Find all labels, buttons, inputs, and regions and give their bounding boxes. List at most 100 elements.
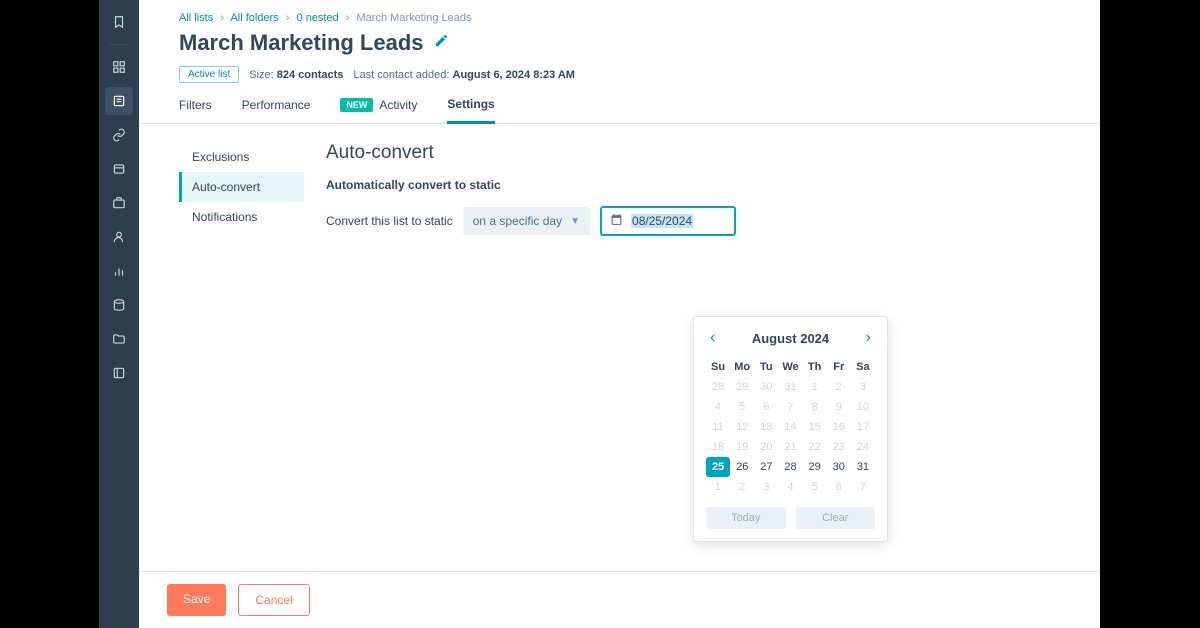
calendar-day-muted[interactable]: 28 <box>706 377 730 397</box>
calendar-day-muted[interactable]: 1 <box>803 377 827 397</box>
next-month-button[interactable]: › <box>862 327 875 349</box>
calendar-day-muted[interactable]: 16 <box>827 417 851 437</box>
calendar-day-muted[interactable]: 5 <box>803 477 827 497</box>
size-label: Size: 824 contacts <box>249 69 343 81</box>
prev-month-button[interactable]: ‹ <box>706 327 719 349</box>
breadcrumb-current: March Marketing Leads <box>357 12 472 24</box>
new-badge: NEW <box>340 98 373 112</box>
calendar-weekday: Su <box>706 357 730 377</box>
settings-subnav: Exclusions Auto-convert Notifications <box>179 142 304 610</box>
breadcrumb-link[interactable]: 0 nested <box>297 12 339 24</box>
calendar-weekday: Tu <box>754 357 778 377</box>
left-nav-rail <box>99 0 139 628</box>
tab-activity[interactable]: NEW Activity <box>340 97 417 123</box>
page-header: All lists › All folders › 0 nested › Mar… <box>139 0 1100 83</box>
breadcrumb-sep: › <box>346 12 350 24</box>
calendar-day-muted[interactable]: 3 <box>851 377 875 397</box>
calendar-day-muted[interactable]: 6 <box>754 397 778 417</box>
calendar-day-muted[interactable]: 5 <box>730 397 754 417</box>
calendar-weekday: Sa <box>851 357 875 377</box>
nav-database-icon[interactable] <box>105 291 133 319</box>
nav-link-icon[interactable] <box>105 121 133 149</box>
calendar-day-muted[interactable]: 30 <box>754 377 778 397</box>
calendar-day[interactable]: 31 <box>851 457 875 477</box>
calendar-day-muted[interactable]: 21 <box>778 437 802 457</box>
calendar-day[interactable]: 27 <box>754 457 778 477</box>
calendar-day-muted[interactable]: 20 <box>754 437 778 457</box>
calendar-day-muted[interactable]: 14 <box>778 417 802 437</box>
calendar-day-muted[interactable]: 29 <box>730 377 754 397</box>
calendar-day-selected[interactable]: 25 <box>706 457 730 477</box>
calendar-day-muted[interactable]: 8 <box>803 397 827 417</box>
nav-list-icon[interactable] <box>105 87 133 115</box>
subnav-exclusions[interactable]: Exclusions <box>179 142 304 172</box>
calendar-day-muted[interactable]: 10 <box>851 397 875 417</box>
subnav-auto-convert[interactable]: Auto-convert <box>179 172 304 202</box>
breadcrumb-link[interactable]: All folders <box>230 12 278 24</box>
nav-app-icon[interactable] <box>105 359 133 387</box>
control-label: Convert this list to static <box>326 214 453 228</box>
edit-icon[interactable] <box>434 33 449 53</box>
nav-bookmark-icon[interactable] <box>105 8 133 36</box>
caret-down-icon: ▼ <box>570 216 580 227</box>
calendar-day[interactable]: 29 <box>803 457 827 477</box>
last-contact-label: Last contact added: August 6, 2024 8:23 … <box>353 69 575 81</box>
calendar-day-muted[interactable]: 19 <box>730 437 754 457</box>
calendar-day-muted[interactable]: 2 <box>730 477 754 497</box>
convert-mode-dropdown[interactable]: on a specific day ▼ <box>463 207 590 235</box>
breadcrumb: All lists › All folders › 0 nested › Mar… <box>179 12 1060 24</box>
calendar-day-muted[interactable]: 13 <box>754 417 778 437</box>
calendar-day[interactable]: 28 <box>778 457 802 477</box>
date-input[interactable]: 08/25/2024 <box>600 206 736 236</box>
calendar-day-muted[interactable]: 23 <box>827 437 851 457</box>
nav-folder-icon[interactable] <box>105 325 133 353</box>
calendar-day-muted[interactable]: 18 <box>706 437 730 457</box>
nav-user-icon[interactable] <box>105 223 133 251</box>
calendar-day-muted[interactable]: 2 <box>827 377 851 397</box>
list-type-badge: Active list <box>179 66 239 83</box>
breadcrumb-link[interactable]: All lists <box>179 12 213 24</box>
calendar-weekday: Mo <box>730 357 754 377</box>
nav-separator <box>110 44 128 45</box>
calendar-day-muted[interactable]: 17 <box>851 417 875 437</box>
tab-filters[interactable]: Filters <box>179 97 212 123</box>
date-value: 08/25/2024 <box>631 214 693 228</box>
calendar-day[interactable]: 26 <box>730 457 754 477</box>
calendar-day-muted[interactable]: 4 <box>778 477 802 497</box>
calendar-day-muted[interactable]: 1 <box>706 477 730 497</box>
calendar-day-muted[interactable]: 31 <box>778 377 802 397</box>
nav-dashboard-icon[interactable] <box>105 53 133 81</box>
calendar-day-muted[interactable]: 24 <box>851 437 875 457</box>
calendar-clear-button[interactable]: Clear <box>796 507 876 529</box>
save-button[interactable]: Save <box>167 584 226 616</box>
calendar-day-muted[interactable]: 3 <box>754 477 778 497</box>
calendar-day[interactable]: 30 <box>827 457 851 477</box>
calendar-today-button[interactable]: Today <box>706 507 786 529</box>
calendar-day-muted[interactable]: 22 <box>803 437 827 457</box>
calendar-day-muted[interactable]: 9 <box>827 397 851 417</box>
calendar-weekday: Fr <box>827 357 851 377</box>
page-title: March Marketing Leads <box>179 30 424 56</box>
nav-layers-icon[interactable] <box>105 155 133 183</box>
calendar-day-muted[interactable]: 11 <box>706 417 730 437</box>
calendar-day-muted[interactable]: 4 <box>706 397 730 417</box>
calendar-day-muted[interactable]: 12 <box>730 417 754 437</box>
calendar-grid: SuMoTuWeThFrSa28293031123456789101112131… <box>706 357 875 497</box>
nav-briefcase-icon[interactable] <box>105 189 133 217</box>
nav-chart-icon[interactable] <box>105 257 133 285</box>
calendar-day-muted[interactable]: 7 <box>851 477 875 497</box>
breadcrumb-sep: › <box>220 12 224 24</box>
calendar-day-muted[interactable]: 15 <box>803 417 827 437</box>
page-footer: Save Cancel <box>139 571 1100 628</box>
section-label: Automatically convert to static <box>326 178 1060 192</box>
tab-settings[interactable]: Settings <box>447 97 494 124</box>
subnav-notifications[interactable]: Notifications <box>179 202 304 232</box>
calendar-day-muted[interactable]: 6 <box>827 477 851 497</box>
calendar-icon <box>610 213 623 229</box>
cancel-button[interactable]: Cancel <box>238 584 309 616</box>
tab-performance[interactable]: Performance <box>242 97 311 123</box>
calendar-weekday: We <box>778 357 802 377</box>
calendar-day-muted[interactable]: 7 <box>778 397 802 417</box>
calendar-weekday: Th <box>803 357 827 377</box>
calendar-month-label: August 2024 <box>752 331 829 346</box>
